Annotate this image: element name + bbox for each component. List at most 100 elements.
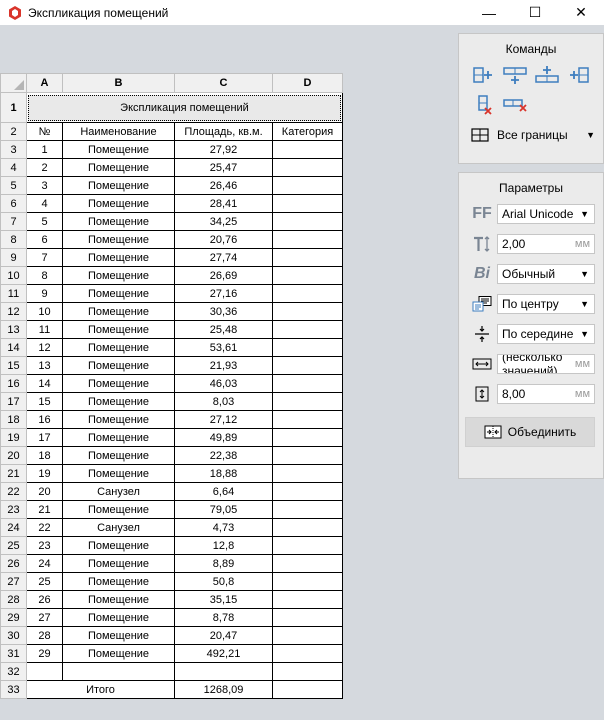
cell-area[interactable]: 6,64 xyxy=(174,482,273,501)
text-height-input[interactable]: 2,00 мм xyxy=(497,234,595,254)
cell-number[interactable] xyxy=(26,662,63,681)
row-header[interactable]: 26 xyxy=(0,554,27,573)
cell-name[interactable]: Помещение xyxy=(62,446,175,465)
row-header[interactable]: 11 xyxy=(0,284,27,303)
cell-category[interactable] xyxy=(272,158,343,177)
cell-name[interactable]: Помещение xyxy=(62,230,175,249)
cell-area[interactable]: 27,92 xyxy=(174,140,273,159)
cell-name[interactable]: Помещение xyxy=(62,410,175,429)
row-height-input[interactable]: 8,00 мм xyxy=(497,384,595,404)
header-cell-name[interactable]: Наименование xyxy=(62,122,175,141)
cell-name[interactable]: Помещение xyxy=(62,356,175,375)
close-button[interactable]: ✕ xyxy=(558,0,604,25)
cell-name[interactable]: Помещение xyxy=(62,500,175,519)
cell-category[interactable] xyxy=(272,338,343,357)
row-header[interactable]: 20 xyxy=(0,446,27,465)
row-header[interactable]: 3 xyxy=(0,140,27,159)
row-header[interactable]: 1 xyxy=(0,92,27,123)
cell-area[interactable]: 4,73 xyxy=(174,518,273,537)
cell-category[interactable] xyxy=(272,392,343,411)
cell-area[interactable]: 50,8 xyxy=(174,572,273,591)
cell-name[interactable]: Помещение xyxy=(62,392,175,411)
cell-area[interactable]: 21,93 xyxy=(174,356,273,375)
cell-name[interactable]: Помещение xyxy=(62,572,175,591)
cell-category[interactable] xyxy=(272,554,343,573)
cell-name[interactable]: Помещение xyxy=(62,266,175,285)
row-header[interactable]: 21 xyxy=(0,464,27,483)
row-header[interactable]: 9 xyxy=(0,248,27,267)
cell-category[interactable] xyxy=(272,608,343,627)
row-header[interactable]: 23 xyxy=(0,500,27,519)
cell-area[interactable]: 27,12 xyxy=(174,410,273,429)
cell-category[interactable] xyxy=(272,374,343,393)
cell-number[interactable]: 13 xyxy=(26,356,63,375)
cell-number[interactable]: 2 xyxy=(26,158,63,177)
cell-area[interactable]: 18,88 xyxy=(174,464,273,483)
cell-category[interactable] xyxy=(272,518,343,537)
cell-area[interactable]: 79,05 xyxy=(174,500,273,519)
cell-category[interactable] xyxy=(272,266,343,285)
cell-area[interactable]: 53,61 xyxy=(174,338,273,357)
cell-number[interactable]: 4 xyxy=(26,194,63,213)
cell-area[interactable]: 49,89 xyxy=(174,428,273,447)
row-header[interactable]: 12 xyxy=(0,302,27,321)
insert-column-right-icon[interactable] xyxy=(470,64,496,86)
cell-number[interactable]: 11 xyxy=(26,320,63,339)
cell-number[interactable]: 8 xyxy=(26,266,63,285)
cell-category[interactable] xyxy=(272,536,343,555)
row-header[interactable]: 27 xyxy=(0,572,27,591)
cell-name[interactable]: Помещение xyxy=(62,212,175,231)
cell-category[interactable] xyxy=(272,572,343,591)
cell-name[interactable]: Помещение xyxy=(62,302,175,321)
spreadsheet-grid[interactable]: A B C D 1 Экспликация помещений 2 № Наим… xyxy=(0,73,343,699)
cell-number[interactable]: 28 xyxy=(26,626,63,645)
cell-number[interactable]: 23 xyxy=(26,536,63,555)
delete-row-icon[interactable] xyxy=(503,94,529,116)
row-header[interactable]: 29 xyxy=(0,608,27,627)
cell-name[interactable]: Санузел xyxy=(62,518,175,537)
cell-name[interactable]: Помещение xyxy=(62,320,175,339)
cell-area[interactable]: 20,47 xyxy=(174,626,273,645)
cell-category[interactable] xyxy=(272,410,343,429)
row-header[interactable]: 18 xyxy=(0,410,27,429)
select-all-corner[interactable] xyxy=(0,73,27,93)
total-value-cell[interactable]: 1268,09 xyxy=(174,680,273,699)
row-header[interactable]: 24 xyxy=(0,518,27,537)
row-header[interactable]: 6 xyxy=(0,194,27,213)
cell-area[interactable]: 27,16 xyxy=(174,284,273,303)
cell-area[interactable]: 46,03 xyxy=(174,374,273,393)
vertical-align-select[interactable]: По середине ▼ xyxy=(497,324,595,344)
cell-number[interactable]: 16 xyxy=(26,410,63,429)
row-header[interactable]: 5 xyxy=(0,176,27,195)
cell-category[interactable] xyxy=(272,356,343,375)
table-title-cell[interactable]: Экспликация помещений xyxy=(26,92,343,123)
cell-area[interactable]: 25,47 xyxy=(174,158,273,177)
header-cell-category[interactable]: Категория xyxy=(272,122,343,141)
cell-category[interactable] xyxy=(272,176,343,195)
cell-area[interactable]: 28,41 xyxy=(174,194,273,213)
cell-number[interactable]: 21 xyxy=(26,500,63,519)
row-header[interactable]: 32 xyxy=(0,662,27,681)
cell-category[interactable] xyxy=(272,230,343,249)
merge-cells-button[interactable]: Объединить xyxy=(465,417,595,447)
column-header-b[interactable]: B xyxy=(62,73,175,93)
row-header[interactable]: 22 xyxy=(0,482,27,501)
cell-number[interactable]: 7 xyxy=(26,248,63,267)
column-width-input[interactable]: (несколько значений) мм xyxy=(497,354,595,374)
row-header[interactable]: 33 xyxy=(0,680,27,699)
cell-number[interactable]: 26 xyxy=(26,590,63,609)
cell-name[interactable]: Помещение xyxy=(62,590,175,609)
insert-column-left-icon[interactable] xyxy=(566,64,592,86)
cell-number[interactable]: 12 xyxy=(26,338,63,357)
minimize-button[interactable]: — xyxy=(466,0,512,25)
cell-area[interactable]: 26,46 xyxy=(174,176,273,195)
row-header[interactable]: 17 xyxy=(0,392,27,411)
column-header-a[interactable]: A xyxy=(26,73,63,93)
column-header-d[interactable]: D xyxy=(272,73,343,93)
borders-dropdown[interactable]: Все границы ▼ xyxy=(471,126,595,144)
cell-number[interactable]: 27 xyxy=(26,608,63,627)
header-cell-number[interactable]: № xyxy=(26,122,63,141)
cell-name[interactable]: Помещение xyxy=(62,194,175,213)
cell-name[interactable]: Санузел xyxy=(62,482,175,501)
cell-area[interactable]: 12,8 xyxy=(174,536,273,555)
